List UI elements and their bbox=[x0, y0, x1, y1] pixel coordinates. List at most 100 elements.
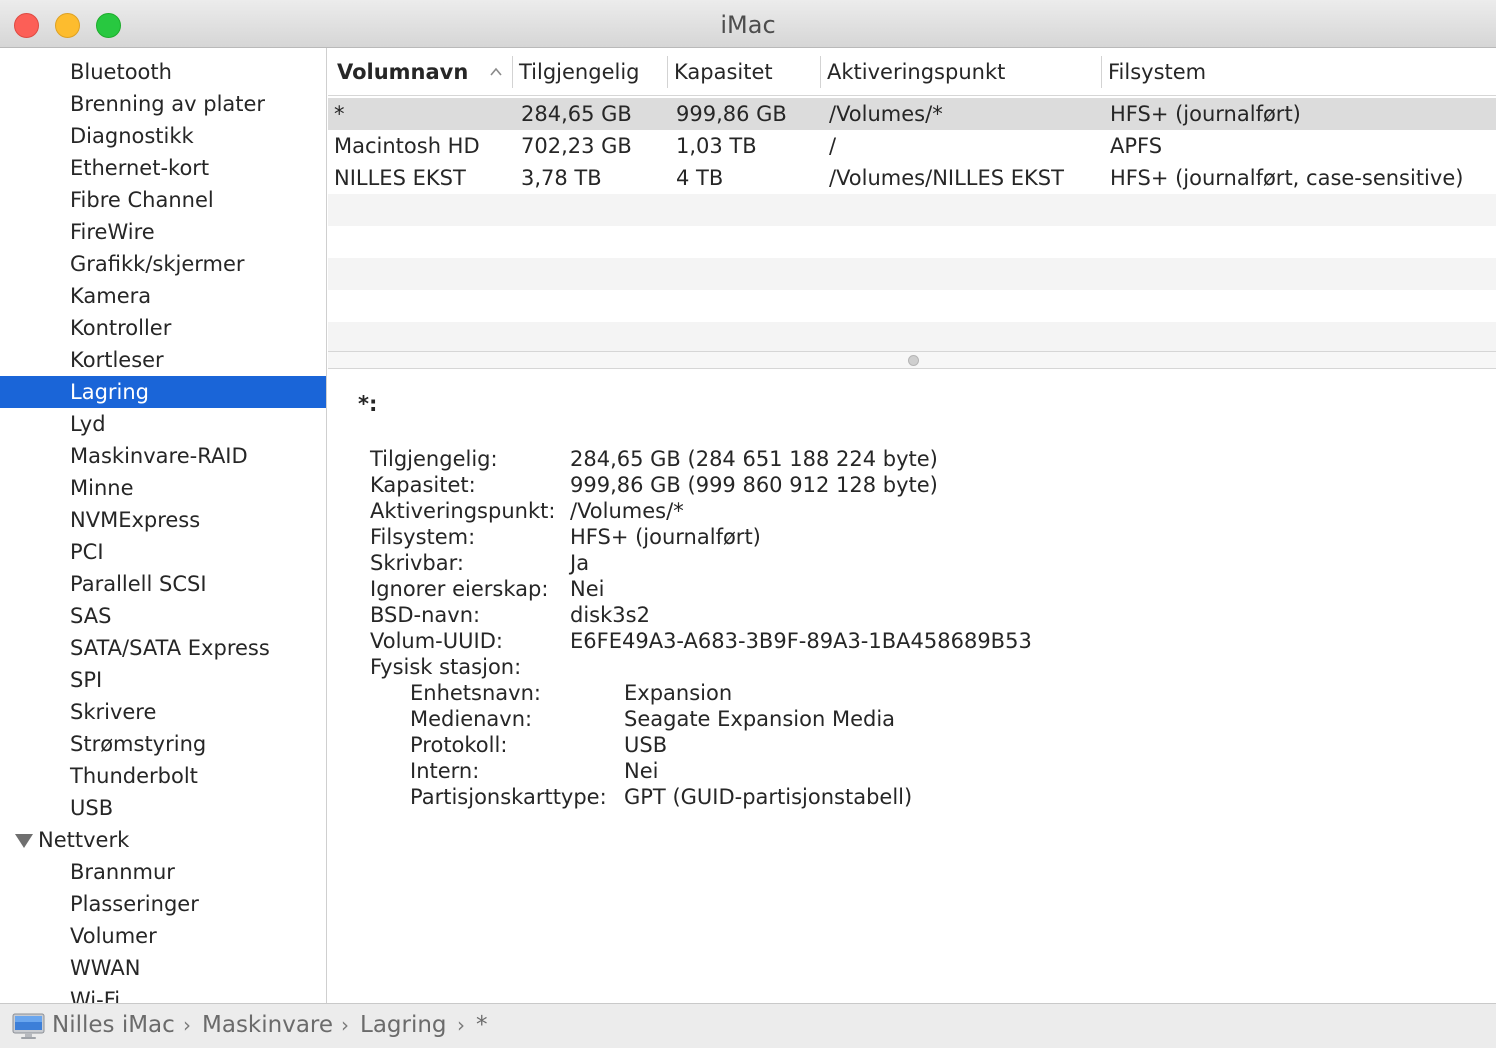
sidebar-item-brenning-av-plater[interactable]: Brenning av plater bbox=[0, 88, 326, 120]
title-bar: iMac bbox=[0, 0, 1496, 48]
table-row[interactable]: Macintosh HD 702,23 GB 1,03 TB / APFS bbox=[328, 130, 1496, 162]
sidebar-item-lagring[interactable]: Lagring bbox=[0, 376, 326, 408]
cell-tilgjengelig: 702,23 GB bbox=[521, 134, 632, 158]
sidebar-item-label: Lyd bbox=[70, 412, 106, 436]
cell-volumnavn: NILLES EKST bbox=[334, 166, 466, 190]
sidebar-item-label: Brenning av plater bbox=[70, 92, 266, 116]
sidebar-item-label: PCI bbox=[70, 540, 104, 564]
sidebar-item-fibre-channel[interactable]: Fibre Channel bbox=[0, 184, 326, 216]
column-divider[interactable] bbox=[1101, 56, 1102, 88]
cell-aktiveringspunkt: /Volumes/* bbox=[829, 102, 943, 126]
splitter-handle-icon[interactable] bbox=[908, 355, 919, 366]
cell-tilgjengelig: 284,65 GB bbox=[521, 102, 632, 126]
chevron-right-icon: › bbox=[341, 1013, 349, 1037]
sidebar-item-label: Maskinvare-RAID bbox=[70, 444, 248, 468]
detail-field-value: 999,86 GB (999 860 912 128 byte) bbox=[570, 473, 938, 497]
sidebar-item-label: Kamera bbox=[70, 284, 152, 308]
column-header-tilgjengelig[interactable]: Tilgjengelig bbox=[519, 48, 640, 96]
detail-field-value: E6FE49A3-A683-3B9F-89A3-1BA458689B53 bbox=[570, 629, 1032, 653]
sidebar-item-label: Grafikk/skjermer bbox=[70, 252, 245, 276]
cell-filsystem: HFS+ (journalført, case-sensitive) bbox=[1110, 166, 1464, 190]
detail-subfield-label: Enhetsnavn: bbox=[410, 681, 541, 705]
sidebar-item-diagnostikk[interactable]: Diagnostikk bbox=[0, 120, 326, 152]
sidebar-item-strømstyring[interactable]: Strømstyring bbox=[0, 728, 326, 760]
sidebar-item-label: SPI bbox=[70, 668, 103, 692]
sidebar-item-kontroller[interactable]: Kontroller bbox=[0, 312, 326, 344]
sidebar-item-nvmexpress[interactable]: NVMExpress bbox=[0, 504, 326, 536]
cell-aktiveringspunkt: /Volumes/NILLES EKST bbox=[829, 166, 1064, 190]
path-segment-lagring[interactable]: Lagring bbox=[360, 1004, 447, 1048]
column-header-kapasitet[interactable]: Kapasitet bbox=[674, 48, 773, 96]
cell-volumnavn: Macintosh HD bbox=[334, 134, 480, 158]
detail-subfield-value: USB bbox=[624, 733, 668, 757]
sidebar-item-minne[interactable]: Minne bbox=[0, 472, 326, 504]
sidebar-item-brannmur[interactable]: Brannmur bbox=[0, 856, 326, 888]
detail-field-label: Ignorer eierskap: bbox=[370, 577, 549, 601]
column-divider[interactable] bbox=[512, 56, 513, 88]
path-segment-maskinvare[interactable]: Maskinvare bbox=[202, 1004, 333, 1048]
detail-field-value: /Volumes/* bbox=[570, 499, 684, 523]
sidebar-item-label: SAS bbox=[70, 604, 112, 628]
detail-title: *: bbox=[358, 392, 378, 416]
sidebar-item-maskinvare-raid[interactable]: Maskinvare-RAID bbox=[0, 440, 326, 472]
sidebar-item-label: Brannmur bbox=[70, 860, 175, 884]
cell-volumnavn: * bbox=[334, 102, 345, 126]
path-segment-computer[interactable]: Nilles iMac bbox=[52, 1004, 175, 1048]
column-divider[interactable] bbox=[667, 56, 668, 88]
sidebar-item-skrivere[interactable]: Skrivere bbox=[0, 696, 326, 728]
sidebar-item-kortleser[interactable]: Kortleser bbox=[0, 344, 326, 376]
detail-field-label: Kapasitet: bbox=[370, 473, 476, 497]
disclosure-triangle-icon[interactable] bbox=[15, 834, 33, 848]
detail-subfield-label: Medienavn: bbox=[410, 707, 533, 731]
column-header-volumnavn[interactable]: Volumnavn bbox=[337, 48, 468, 96]
sidebar-item-sas[interactable]: SAS bbox=[0, 600, 326, 632]
sidebar-item-wwan[interactable]: WWAN bbox=[0, 952, 326, 984]
sidebar-clipped-item bbox=[70, 48, 77, 50]
sidebar-item-plasseringer[interactable]: Plasseringer bbox=[0, 888, 326, 920]
path-segment-volume[interactable]: * bbox=[476, 1004, 488, 1048]
sidebar-item-lyd[interactable]: Lyd bbox=[0, 408, 326, 440]
column-divider[interactable] bbox=[820, 56, 821, 88]
sidebar-item-sata-sata-express[interactable]: SATA/SATA Express bbox=[0, 632, 326, 664]
detail-field-label: Filsystem: bbox=[370, 525, 476, 549]
volumes-table[interactable]: Volumnavn Tilgjengelig Kapasitet Aktiver… bbox=[328, 48, 1496, 352]
sidebar-item-firewire[interactable]: FireWire bbox=[0, 216, 326, 248]
cell-kapasitet: 4 TB bbox=[676, 166, 724, 190]
sidebar-item-volumer[interactable]: Volumer bbox=[0, 920, 326, 952]
sidebar-item-parallell-scsi[interactable]: Parallell SCSI bbox=[0, 568, 326, 600]
detail-field-value: disk3s2 bbox=[570, 603, 650, 627]
sidebar-item-label: Ethernet-kort bbox=[70, 156, 210, 180]
sidebar-item-ethernet-kort[interactable]: Ethernet-kort bbox=[0, 152, 326, 184]
imac-icon bbox=[12, 1013, 45, 1039]
sidebar-item-label: Diagnostikk bbox=[70, 124, 194, 148]
column-header-aktiveringspunkt[interactable]: Aktiveringspunkt bbox=[827, 48, 1005, 96]
sidebar-item-spi[interactable]: SPI bbox=[0, 664, 326, 696]
sidebar-item-label: Volumer bbox=[70, 924, 157, 948]
detail-subfield-value: Expansion bbox=[624, 681, 733, 705]
detail-subfield-label: Partisjonskarttype: bbox=[410, 785, 607, 809]
sidebar-item-label: SATA/SATA Express bbox=[70, 636, 270, 660]
sidebar-item-usb[interactable]: USB bbox=[0, 792, 326, 824]
detail-field-label: Volum-UUID: bbox=[370, 629, 503, 653]
detail-pane: *: Tilgjengelig: 284,65 GB (284 651 188 2… bbox=[328, 370, 1496, 1003]
split-view-divider[interactable] bbox=[328, 351, 1496, 369]
sidebar-item-wi-fi[interactable]: Wi-Fi bbox=[0, 984, 326, 1003]
sidebar-item-label: Fibre Channel bbox=[70, 188, 214, 212]
sidebar-item-label: Plasseringer bbox=[70, 892, 199, 916]
sidebar-category-nettverk[interactable]: Nettverk bbox=[0, 824, 326, 856]
detail-field-label: Aktiveringspunkt: bbox=[370, 499, 556, 523]
table-row[interactable]: * 284,65 GB 999,86 GB /Volumes/* HFS+ (j… bbox=[328, 98, 1496, 130]
sidebar-item-kamera[interactable]: Kamera bbox=[0, 280, 326, 312]
sidebar-item-thunderbolt[interactable]: Thunderbolt bbox=[0, 760, 326, 792]
table-row[interactable]: NILLES EKST 3,78 TB 4 TB /Volumes/NILLES… bbox=[328, 162, 1496, 194]
detail-field-value: Ja bbox=[570, 551, 590, 575]
sidebar-item-grafikk-skjermer[interactable]: Grafikk/skjermer bbox=[0, 248, 326, 280]
sidebar-item-bluetooth[interactable]: Bluetooth bbox=[0, 56, 326, 88]
detail-subfield-value: GPT (GUID-partisjonstabell) bbox=[624, 785, 913, 809]
table-header: Volumnavn Tilgjengelig Kapasitet Aktiver… bbox=[328, 48, 1496, 96]
column-header-filsystem[interactable]: Filsystem bbox=[1108, 48, 1206, 96]
sidebar-item-pci[interactable]: PCI bbox=[0, 536, 326, 568]
chevron-right-icon: › bbox=[457, 1013, 465, 1037]
sidebar[interactable]: Bluetooth Brenning av plater Diagnostikk Et… bbox=[0, 48, 327, 1003]
sidebar-item-label: Wi-Fi bbox=[70, 988, 121, 1003]
